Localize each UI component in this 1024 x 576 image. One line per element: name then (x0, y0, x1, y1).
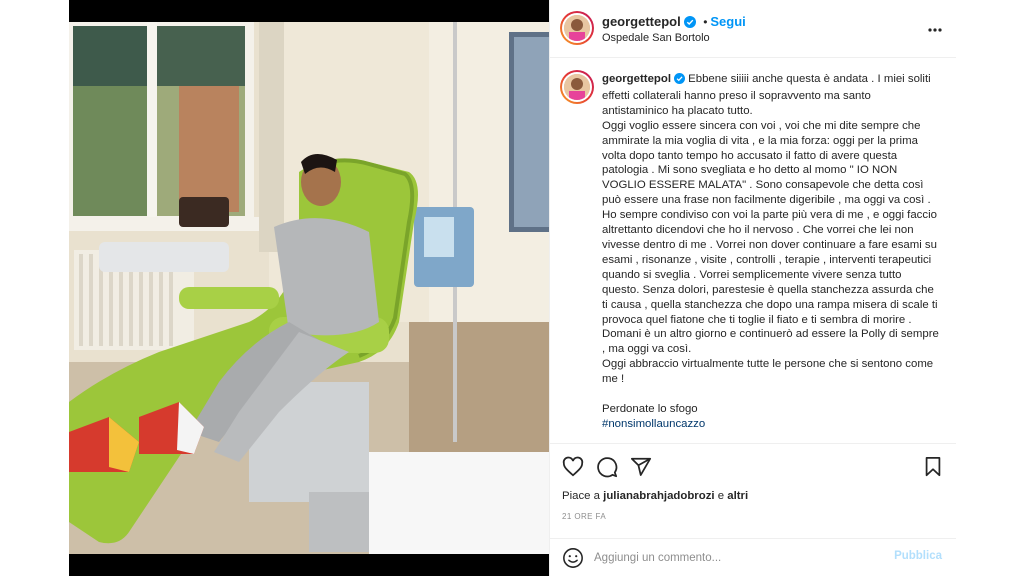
bookmark-icon[interactable] (922, 456, 944, 478)
post-modal: georgettepol • Segui Ospedale San Bortolo… (69, 0, 956, 576)
caption-section: georgettepol Ebbene siiiii anche questa … (550, 58, 956, 442)
caption-hashtag[interactable]: #nonsimollauncazzo (602, 418, 705, 430)
post-timestamp[interactable]: 21 ORE FA (562, 512, 606, 521)
author-avatar[interactable] (560, 11, 594, 45)
caption-text: georgettepol Ebbene siiiii anche questa … (602, 72, 940, 432)
follow-button[interactable]: Segui (710, 14, 745, 29)
emoji-icon[interactable] (562, 547, 584, 569)
separator-dot: • (703, 15, 708, 29)
comment-box: Pubblica (550, 538, 956, 576)
likes-user[interactable]: julianabrahjadobrozi (603, 490, 714, 502)
author-username[interactable]: georgettepol (602, 14, 681, 29)
verified-badge-icon (683, 15, 696, 33)
instagram-post-viewer: georgettepol • Segui Ospedale San Bortolo… (0, 0, 1024, 576)
more-options-icon[interactable] (928, 16, 942, 37)
post-location[interactable]: Ospedale San Bortolo (602, 32, 710, 44)
publish-button[interactable]: Pubblica (894, 550, 942, 562)
caption-avatar[interactable] (560, 70, 594, 104)
share-icon[interactable] (630, 456, 652, 478)
post-side-panel: georgettepol • Segui Ospedale San Bortolo… (549, 0, 956, 576)
caption-username[interactable]: georgettepol (602, 73, 671, 85)
header-title-row: georgettepol • Segui (602, 13, 746, 33)
likes-others[interactable]: altri (727, 490, 748, 502)
comment-icon[interactable] (596, 456, 618, 478)
caption-body: Ebbene siiiii anche questa è andata . I … (602, 73, 939, 415)
post-header: georgettepol • Segui Ospedale San Bortolo (550, 0, 956, 58)
post-photo (69, 22, 549, 554)
likes-prefix: Piace a (562, 490, 604, 502)
actions-bar: Piace a julianabrahjadobrozi e altri 21 … (550, 443, 956, 539)
heart-icon[interactable] (562, 456, 584, 478)
post-media[interactable] (69, 0, 549, 576)
likes-suffix: e (714, 490, 728, 502)
comment-input[interactable] (594, 549, 884, 567)
verified-badge-icon (673, 73, 685, 89)
likes-summary: Piace a julianabrahjadobrozi e altri (562, 490, 748, 502)
